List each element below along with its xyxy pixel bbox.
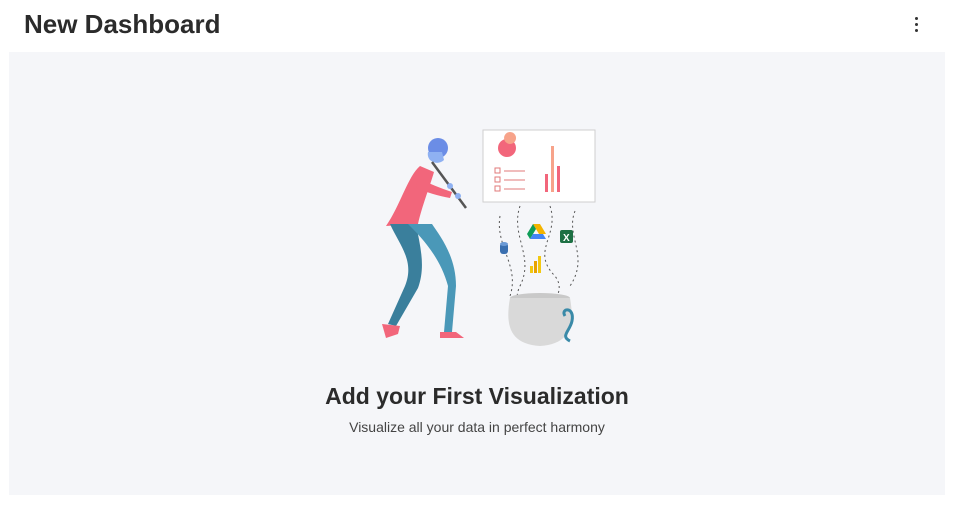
dashboard-header: New Dashboard — [0, 0, 958, 52]
svg-text:X: X — [563, 233, 570, 244]
dashboard-canvas[interactable]: X Add your First Visualization Visualize… — [9, 52, 945, 495]
person-figure — [382, 138, 468, 338]
database-icon — [500, 242, 508, 254]
google-drive-icon — [527, 224, 546, 239]
dashboard-title: New Dashboard — [24, 9, 221, 39]
power-bi-icon — [530, 256, 541, 273]
empty-state-illustration: X — [382, 129, 596, 346]
empty-state-subtitle: Visualize all your data in perfect harmo… — [349, 419, 605, 435]
excel-icon: X — [560, 230, 573, 244]
cauldron-icon — [508, 293, 574, 346]
more-vertical-icon[interactable] — [906, 12, 926, 36]
chart-board-icon — [482, 129, 596, 203]
empty-state-title: Add your First Visualization — [325, 383, 629, 409]
